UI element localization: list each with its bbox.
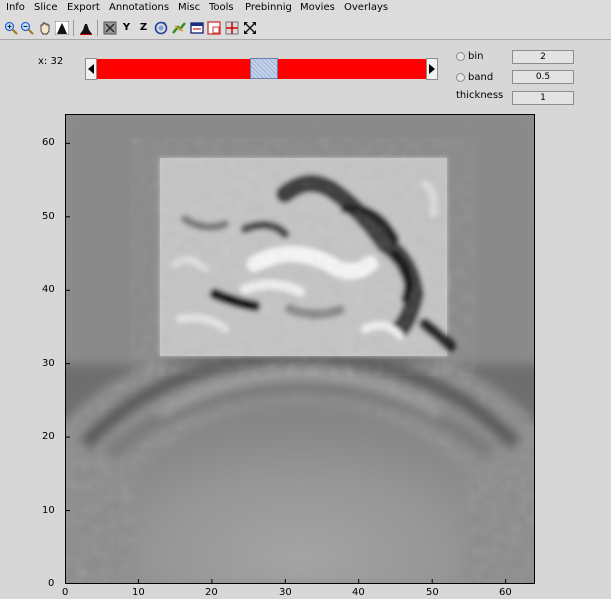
toolbar: Y Z (0, 17, 611, 40)
y-tick-label: 20 (42, 431, 55, 442)
menu-movies[interactable]: Movies (300, 2, 335, 13)
x-tick-label: 20 (205, 587, 218, 598)
rotate-icon[interactable] (153, 20, 168, 35)
window-icon[interactable] (189, 20, 204, 35)
thickness-field[interactable]: 1 (512, 91, 574, 105)
slider-thumb[interactable] (250, 58, 278, 79)
menu-info[interactable]: Info (6, 2, 25, 13)
x-tick-label: 50 (426, 587, 439, 598)
x-tick-label: 0 (62, 587, 69, 598)
band-radio[interactable] (456, 73, 465, 82)
slice-position-label: x: 32 (38, 56, 64, 67)
bin-field[interactable]: 2 (512, 50, 574, 64)
menu-annotations[interactable]: Annotations (109, 2, 169, 13)
y-tick-label: 50 (42, 211, 55, 222)
y-tick-label: 60 (42, 137, 55, 148)
x-tick-label: 60 (499, 587, 512, 598)
bin-label: bin (468, 51, 484, 62)
crosshair-icon[interactable] (224, 20, 239, 35)
bin-radio[interactable] (456, 52, 465, 61)
band-field[interactable]: 0.5 (512, 70, 574, 84)
slice-slider[interactable] (85, 58, 438, 80)
slider-left-arrow-icon[interactable] (85, 58, 97, 80)
box-icon[interactable] (206, 20, 221, 35)
x-tick-label: 10 (132, 587, 145, 598)
menu-overlays[interactable]: Overlays (344, 2, 388, 13)
y-tick-label: 40 (42, 284, 55, 295)
fullscreen-icon[interactable] (242, 20, 257, 35)
y-tick-label: 10 (42, 505, 55, 516)
slider-track[interactable] (97, 58, 426, 79)
menu-bar: Info Slice Export Annotations Misc Tools… (0, 0, 611, 17)
histogram-icon[interactable] (78, 20, 93, 35)
slice-image (64, 114, 535, 585)
menu-misc[interactable]: Misc (178, 2, 200, 13)
slider-right-arrow-icon[interactable] (426, 58, 438, 80)
zoom-in-icon[interactable] (3, 20, 18, 35)
zoom-out-icon[interactable] (19, 20, 34, 35)
y-tick-label: 30 (42, 358, 55, 369)
menu-export[interactable]: Export (67, 2, 100, 13)
menu-tools[interactable]: Tools (209, 2, 234, 13)
x-axis-icon[interactable] (102, 20, 117, 35)
z-axis-icon[interactable]: Z (136, 20, 151, 35)
menu-prebinnig[interactable]: Prebinnig (245, 2, 292, 13)
x-tick-label: 30 (279, 587, 292, 598)
slice-image-plot[interactable] (64, 114, 535, 585)
pan-hand-icon[interactable] (37, 20, 52, 35)
colormap-icon[interactable] (171, 20, 186, 35)
toolbar-separator (97, 20, 98, 36)
y-tick-label: 0 (48, 578, 55, 589)
x-tick-label: 40 (352, 587, 365, 598)
toolbar-separator (73, 20, 74, 36)
y-axis-icon[interactable]: Y (119, 20, 134, 35)
band-label: band (468, 72, 494, 83)
histogram-icon[interactable] (54, 20, 69, 35)
menu-slice[interactable]: Slice (34, 2, 58, 13)
thickness-label: thickness (456, 90, 504, 101)
